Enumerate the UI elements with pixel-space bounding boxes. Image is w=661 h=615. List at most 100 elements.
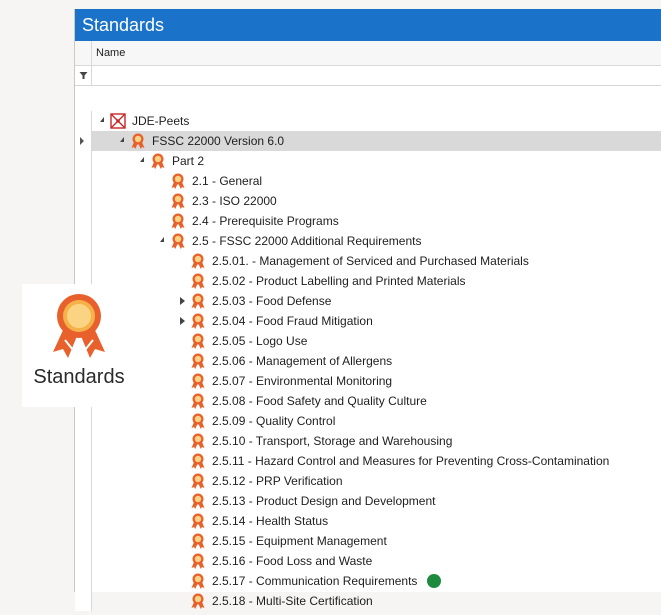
- standard-ribbon-icon: [170, 213, 186, 229]
- tree-row[interactable]: 2.3 - ISO 22000: [75, 191, 661, 211]
- row-indicator: [75, 571, 92, 591]
- row-indicator: [75, 131, 92, 151]
- row-indicator: [75, 451, 92, 471]
- row-indicator: [75, 191, 92, 211]
- tree-row-label: 2.1 - General: [192, 174, 263, 188]
- tree-row-label: 2.5.18 - Multi-Site Certification: [212, 594, 373, 608]
- standard-ribbon-icon: [150, 153, 166, 169]
- tree-row-label: 2.5.05 - Logo Use: [212, 334, 308, 348]
- row-indicator: [75, 171, 92, 191]
- tree-row[interactable]: 2.5.18 - Multi-Site Certification: [75, 591, 661, 611]
- expand-toggle-icon[interactable]: [180, 317, 185, 325]
- row-indicator: [75, 231, 92, 251]
- row-indicator: [75, 591, 92, 611]
- tree-row[interactable]: 2.5.04 - Food Fraud Mitigation: [75, 311, 661, 331]
- tree-row-label: Part 2: [172, 154, 205, 168]
- panel-title: Standards: [75, 9, 661, 41]
- tree-row[interactable]: 2.5.16 - Food Loss and Waste: [75, 551, 661, 571]
- tree-row[interactable]: 2.5 - FSSC 22000 Additional Requirements: [75, 231, 661, 251]
- tree-row-label: 2.5.01. - Management of Serviced and Pur…: [212, 254, 529, 268]
- standard-ribbon-icon: [130, 133, 146, 149]
- tree-row[interactable]: 2.5.08 - Food Safety and Quality Culture: [75, 391, 661, 411]
- row-indicator-header: [75, 41, 92, 65]
- tree-row[interactable]: 2.5.13 - Product Design and Development: [75, 491, 661, 511]
- tree-row-label: 2.3 - ISO 22000: [192, 194, 277, 208]
- row-indicator: [75, 531, 92, 551]
- filter-indicator-cell: [75, 66, 92, 85]
- row-indicator: [75, 491, 92, 511]
- tree-row-label: 2.5.15 - Equipment Management: [212, 534, 387, 548]
- tree-row[interactable]: 2.5.14 - Health Status: [75, 511, 661, 531]
- tree-row-label: FSSC 22000 Version 6.0: [152, 134, 285, 148]
- tree-row-label: 2.5.16 - Food Loss and Waste: [212, 554, 373, 568]
- tree-row[interactable]: 2.5.15 - Equipment Management: [75, 531, 661, 551]
- standard-ribbon-icon: [190, 513, 206, 529]
- tree-row-label: JDE-Peets: [132, 114, 190, 128]
- standards-launcher-tile[interactable]: Standards: [22, 284, 136, 407]
- tree-row-label: 2.5.12 - PRP Verification: [212, 474, 343, 488]
- row-indicator: [75, 511, 92, 531]
- tree-row-label: 2.5.13 - Product Design and Development: [212, 494, 436, 508]
- row-indicator: [75, 151, 92, 171]
- tree-row[interactable]: 2.1 - General: [75, 171, 661, 191]
- tree-row[interactable]: JDE-Peets: [75, 111, 661, 131]
- column-header: Name: [75, 41, 661, 66]
- filter-icon[interactable]: [79, 71, 88, 80]
- standard-ribbon-icon: [190, 493, 206, 509]
- row-indicator: [75, 251, 92, 271]
- tree-row[interactable]: 2.5.17 - Communication Requirements: [75, 571, 661, 591]
- standard-ribbon-icon: [190, 453, 206, 469]
- row-indicator: [75, 551, 92, 571]
- collapse-toggle-icon[interactable]: [100, 117, 104, 122]
- row-indicator: [75, 411, 92, 431]
- row-indicator: [75, 211, 92, 231]
- tree-row[interactable]: 2.5.01. - Management of Serviced and Pur…: [75, 251, 661, 271]
- standard-ribbon-icon: [190, 333, 206, 349]
- tree-row-label: 2.5.09 - Quality Control: [212, 414, 336, 428]
- standards-tree: JDE-Peets FSSC 22000 Version 6.0 Part 2 2.1…: [75, 111, 661, 611]
- tree-row[interactable]: 2.5.12 - PRP Verification: [75, 471, 661, 491]
- tree-row[interactable]: 2.5.09 - Quality Control: [75, 411, 661, 431]
- status-dot-icon: [427, 574, 442, 588]
- collapse-toggle-icon[interactable]: [160, 237, 164, 242]
- standard-ribbon-icon: [190, 413, 206, 429]
- tree-row[interactable]: 2.5.11 - Hazard Control and Measures for…: [75, 451, 661, 471]
- tree-row[interactable]: 2.5.10 - Transport, Storage and Warehous…: [75, 431, 661, 451]
- tree-row[interactable]: 2.5.03 - Food Defense: [75, 291, 661, 311]
- standards-panel: Standards Name JDE-Peets FSSC 22000 Versi…: [74, 9, 661, 611]
- tree-row[interactable]: 2.5.06 - Management of Allergens: [75, 351, 661, 371]
- tree-row[interactable]: 2.4 - Prerequisite Programs: [75, 211, 661, 231]
- standard-ribbon-icon: [190, 313, 206, 329]
- row-indicator: [75, 111, 92, 131]
- standard-ribbon-icon: [190, 553, 206, 569]
- standards-ribbon-icon: [53, 294, 105, 358]
- standard-ribbon-icon: [190, 533, 206, 549]
- tree-row-label: 2.4 - Prerequisite Programs: [192, 214, 339, 228]
- standard-ribbon-icon: [170, 233, 186, 249]
- row-indicator: [75, 471, 92, 491]
- tree-row-label: 2.5.11 - Hazard Control and Measures for…: [212, 454, 610, 468]
- standard-ribbon-icon: [190, 353, 206, 369]
- tree-row[interactable]: 2.5.02 - Product Labelling and Printed M…: [75, 271, 661, 291]
- tree-row-label: 2.5.04 - Food Fraud Mitigation: [212, 314, 373, 328]
- tree-row-label: 2.5.17 - Communication Requirements: [212, 574, 418, 588]
- tree-row-label: 2.5.07 - Environmental Monitoring: [212, 374, 393, 388]
- collapse-toggle-icon[interactable]: [140, 157, 144, 162]
- column-header-name[interactable]: Name: [96, 41, 125, 65]
- standard-ribbon-icon: [190, 593, 206, 609]
- expand-toggle-icon[interactable]: [180, 297, 185, 305]
- filter-row[interactable]: [75, 66, 661, 86]
- standards-launcher-caption: Standards: [33, 366, 125, 388]
- tree-row-label: 2.5 - FSSC 22000 Additional Requirements: [192, 234, 422, 248]
- tree-row[interactable]: Part 2: [75, 151, 661, 171]
- tree-row-label: 2.5.14 - Health Status: [212, 514, 329, 528]
- red-network-icon: [110, 113, 126, 129]
- tree-row-label: 2.5.10 - Transport, Storage and Warehous…: [212, 434, 453, 448]
- tree-row[interactable]: 2.5.07 - Environmental Monitoring: [75, 371, 661, 391]
- standard-ribbon-icon: [190, 573, 206, 589]
- collapse-toggle-icon[interactable]: [120, 137, 124, 142]
- tree-row[interactable]: FSSC 22000 Version 6.0: [75, 131, 661, 151]
- standard-ribbon-icon: [190, 273, 206, 289]
- tree-row[interactable]: 2.5.05 - Logo Use: [75, 331, 661, 351]
- standard-ribbon-icon: [190, 393, 206, 409]
